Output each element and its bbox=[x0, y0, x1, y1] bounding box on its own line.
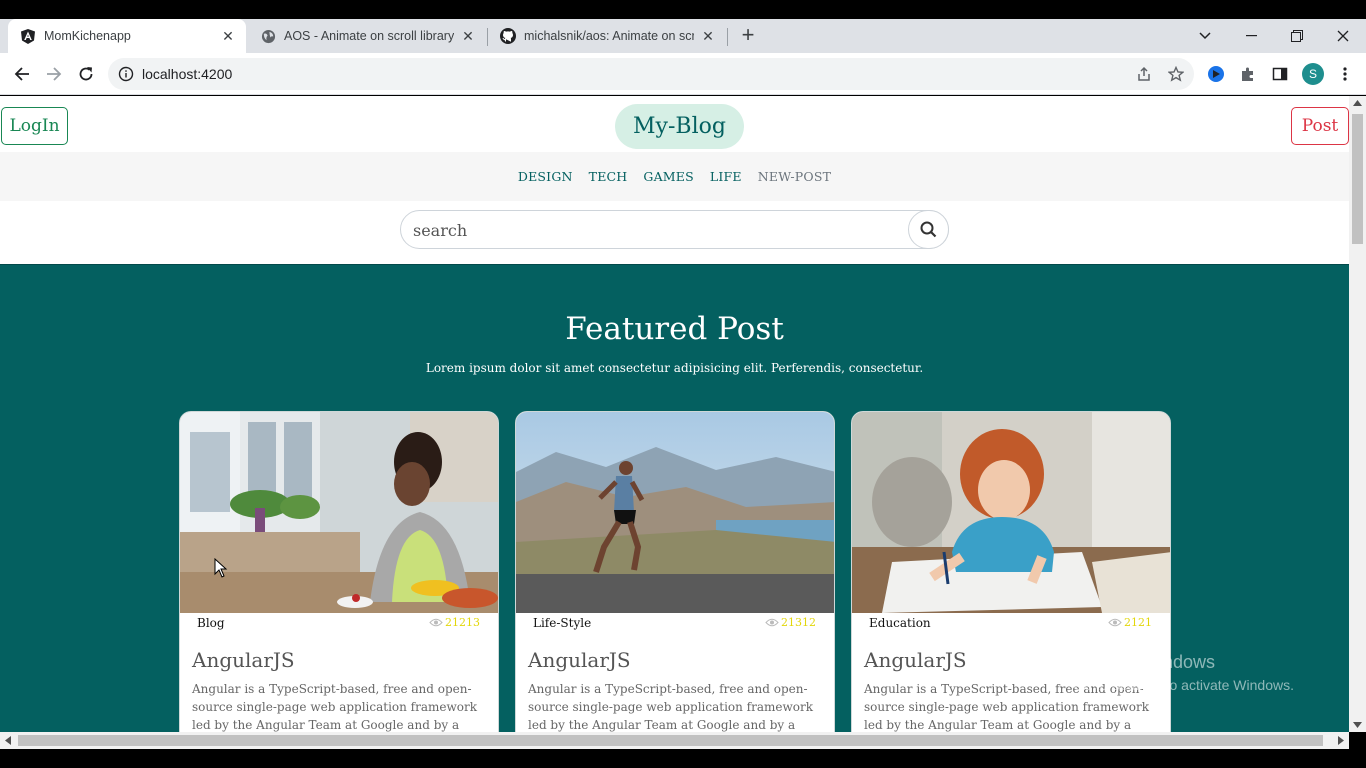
vertical-scroll-thumb[interactable] bbox=[1352, 114, 1363, 244]
watermark-subtitle: Go to Settings to activate Windows. bbox=[1073, 677, 1294, 693]
screen-top-bar bbox=[0, 0, 1366, 19]
nav-item-new-post[interactable]: NEW-POST bbox=[758, 169, 831, 184]
reload-icon[interactable] bbox=[74, 62, 98, 86]
tab-momkichenapp[interactable]: MomKichenapp ✕ bbox=[8, 19, 246, 53]
post-button[interactable]: Post bbox=[1291, 107, 1349, 145]
watermark-title: Activate Windows bbox=[1073, 652, 1216, 672]
close-icon[interactable]: ✕ bbox=[460, 28, 476, 44]
login-button[interactable]: LogIn bbox=[1, 107, 68, 145]
bookmark-star-icon[interactable] bbox=[1166, 64, 1186, 84]
card-description: Angular is a TypeScript-based, free and … bbox=[528, 682, 813, 732]
page-viewport: LogIn My-Blog Post DESIGN TECH GAMES LIF… bbox=[0, 96, 1349, 732]
windows-activation-watermark: Activate Windows Go to Settings to activ… bbox=[1073, 652, 1294, 693]
share-icon[interactable] bbox=[1134, 64, 1154, 84]
side-panel-icon[interactable] bbox=[1270, 64, 1290, 84]
eye-icon bbox=[765, 618, 779, 627]
scroll-left-arrow-icon[interactable] bbox=[5, 736, 11, 745]
category-nav: DESIGN TECH GAMES LIFE NEW-POST bbox=[0, 152, 1349, 201]
eye-icon bbox=[429, 618, 443, 627]
minimize-icon[interactable] bbox=[1228, 19, 1274, 53]
search-input[interactable] bbox=[413, 219, 893, 241]
tab-github[interactable]: michalsnik/aos: Animate on scro ✕ bbox=[488, 19, 726, 53]
card-views: 21213 bbox=[429, 616, 480, 629]
search-bar bbox=[400, 210, 949, 249]
card-description: Angular is a TypeScript-based, free and … bbox=[192, 682, 477, 732]
nav-item-tech[interactable]: TECH bbox=[589, 169, 628, 184]
search-button[interactable] bbox=[908, 210, 949, 249]
scroll-right-arrow-icon[interactable] bbox=[1338, 736, 1344, 745]
featured-subtitle: Lorem ipsum dolor sit amet consectetur a… bbox=[425, 361, 924, 375]
site-brand[interactable]: My-Blog bbox=[615, 104, 744, 149]
site-info-icon[interactable] bbox=[118, 66, 134, 82]
tab-aos[interactable]: AOS - Animate on scroll library ✕ bbox=[248, 19, 486, 53]
tab-divider bbox=[727, 28, 728, 46]
card-views: 21312 bbox=[765, 616, 816, 629]
tab-title: michalsnik/aos: Animate on scro bbox=[524, 29, 694, 43]
kebab-menu-icon[interactable] bbox=[1335, 64, 1355, 84]
close-window-icon[interactable] bbox=[1320, 19, 1366, 53]
url-text[interactable]: localhost:4200 bbox=[142, 66, 232, 82]
nav-item-design[interactable]: DESIGN bbox=[518, 169, 573, 184]
vertical-scrollbar[interactable] bbox=[1349, 96, 1366, 732]
tab-title: MomKichenapp bbox=[44, 29, 131, 43]
horizontal-scroll-thumb[interactable] bbox=[18, 735, 1323, 746]
globe-icon bbox=[260, 28, 276, 44]
horizontal-scrollbar[interactable] bbox=[0, 732, 1349, 749]
search-icon bbox=[920, 221, 937, 238]
screen-bottom-bar bbox=[0, 749, 1366, 768]
card-views: 2121 bbox=[1108, 616, 1152, 629]
browser-toolbar: localhost:4200 S bbox=[0, 53, 1366, 95]
profile-avatar[interactable]: S bbox=[1302, 63, 1324, 85]
extensions-puzzle-icon[interactable] bbox=[1238, 64, 1258, 84]
close-icon[interactable]: ✕ bbox=[700, 28, 716, 44]
card-category: Education bbox=[869, 616, 931, 630]
address-bar[interactable]: localhost:4200 bbox=[108, 58, 1194, 90]
card-image-running[interactable] bbox=[516, 412, 835, 613]
back-arrow-icon[interactable] bbox=[10, 62, 34, 86]
restore-icon[interactable] bbox=[1274, 19, 1320, 53]
extension-blue-icon[interactable] bbox=[1206, 64, 1226, 84]
card-category: Blog bbox=[197, 616, 225, 630]
tab-title: AOS - Animate on scroll library bbox=[284, 29, 454, 43]
nav-item-games[interactable]: GAMES bbox=[643, 169, 694, 184]
card-image-drawing[interactable] bbox=[852, 412, 1171, 613]
forward-arrow-icon[interactable] bbox=[42, 62, 66, 86]
card-category: Life-Style bbox=[533, 616, 592, 630]
post-card[interactable]: Life-Style 21312 AngularJS Angular is a … bbox=[515, 411, 835, 732]
mouse-cursor-icon bbox=[214, 557, 228, 583]
card-views-count: 2121 bbox=[1124, 616, 1152, 629]
scroll-down-arrow-icon[interactable] bbox=[1353, 722, 1362, 728]
angular-icon bbox=[20, 28, 36, 44]
github-icon bbox=[500, 28, 516, 44]
featured-title: Featured Post bbox=[565, 311, 784, 347]
tab-strip: MomKichenapp ✕ AOS - Animate on scroll l… bbox=[0, 19, 1366, 53]
nav-item-life[interactable]: LIFE bbox=[710, 169, 742, 184]
close-icon[interactable]: ✕ bbox=[220, 28, 236, 44]
card-title[interactable]: AngularJS bbox=[528, 648, 631, 672]
scroll-up-arrow-icon[interactable] bbox=[1353, 100, 1362, 106]
card-views-count: 21312 bbox=[781, 616, 816, 629]
new-tab-plus-icon[interactable]: + bbox=[736, 22, 760, 47]
card-title[interactable]: AngularJS bbox=[864, 648, 967, 672]
eye-icon bbox=[1108, 618, 1122, 627]
card-views-count: 21213 bbox=[445, 616, 480, 629]
card-title[interactable]: AngularJS bbox=[192, 648, 295, 672]
tab-search-chevron-icon[interactable] bbox=[1182, 19, 1228, 53]
